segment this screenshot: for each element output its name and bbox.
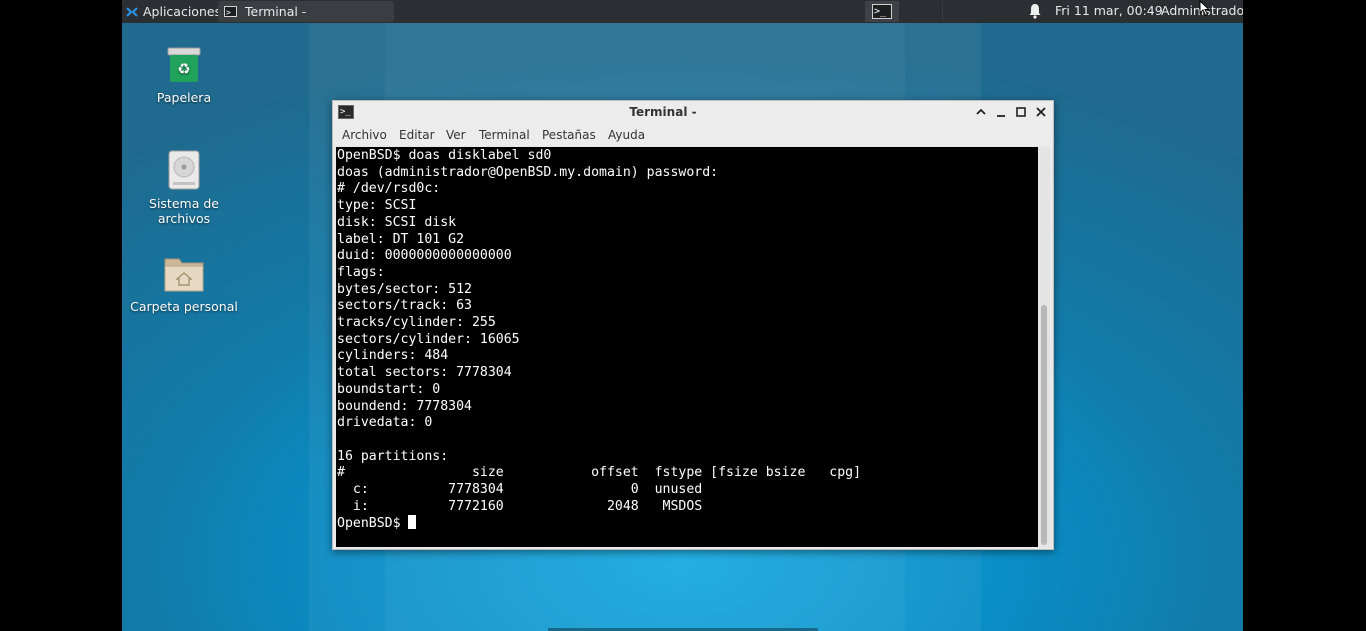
drive-icon xyxy=(168,150,200,190)
roll-up-button[interactable] xyxy=(974,105,988,119)
taskbar-button-terminal[interactable]: >_ Terminal - xyxy=(218,1,394,22)
menu-ver[interactable]: Ver xyxy=(446,125,466,146)
mouse-pointer-icon xyxy=(1199,0,1211,17)
desktop-icon-filesystem[interactable]: Sistema de archivos xyxy=(129,150,239,226)
desktop-icon-home[interactable]: Carpeta personal xyxy=(129,255,239,314)
taskbar-button-label: Terminal - xyxy=(245,4,307,19)
maximize-button[interactable] xyxy=(1014,105,1028,119)
terminal-cursor xyxy=(408,515,417,530)
terminal-icon: >_ xyxy=(224,6,237,17)
terminal-line: # /dev/rsd0c: xyxy=(337,181,441,197)
terminal-line: # size offset fstype [fsize bsize cpg] xyxy=(337,465,862,481)
home-folder-icon xyxy=(164,255,204,293)
terminal-line: tracks/cylinder: 255 xyxy=(337,315,496,331)
workspace-switcher[interactable]: >_ xyxy=(865,1,899,22)
desktop-icon-trash[interactable]: ♻ Papelera xyxy=(129,46,239,105)
panel-separator xyxy=(942,2,943,21)
svg-text:♻: ♻ xyxy=(177,60,190,78)
xfce-mouse-icon xyxy=(125,5,139,19)
terminal-line: sectors/track: 63 xyxy=(337,298,472,314)
desktop-icon-label: Papelera xyxy=(156,90,212,105)
maximize-icon xyxy=(1016,107,1026,117)
terminal-line: boundend: 7778304 xyxy=(337,398,472,414)
clock[interactable]: Fri 11 mar, 00:49 xyxy=(1055,0,1163,23)
terminal-window: >_ Terminal - Archivo Editar Ver Termina… xyxy=(332,100,1054,550)
terminal-line: i: 7772160 2048 MSDOS xyxy=(337,498,703,514)
menu-bar: Archivo Editar Ver Terminal Pestañas Ayu… xyxy=(333,125,1053,146)
top-panel: Aplicaciones ⋮ >_ Terminal - >_ Fri 11 m… xyxy=(122,0,1243,23)
menu-editar[interactable]: Editar xyxy=(399,125,435,146)
terminal-line: sectors/cylinder: 16065 xyxy=(337,331,520,347)
terminal-line: label: DT 101 G2 xyxy=(337,231,465,247)
terminal-line: duid: 0000000000000000 xyxy=(337,248,512,264)
terminal-line: flags: xyxy=(337,264,385,280)
chevron-up-icon xyxy=(976,108,986,115)
terminal-line: drivedata: 0 xyxy=(337,415,433,431)
terminal-line: boundstart: 0 xyxy=(337,381,441,397)
trash-icon: ♻ xyxy=(167,46,201,84)
terminal-text: OpenBSD$ doas disklabel sd0 doas (admini… xyxy=(336,147,1038,533)
desktop: Aplicaciones ⋮ >_ Terminal - >_ Fri 11 m… xyxy=(122,0,1243,631)
terminal-output[interactable]: OpenBSD$ doas disklabel sd0 doas (admini… xyxy=(336,147,1038,547)
menu-pestanas[interactable]: Pestañas xyxy=(542,125,596,146)
scrollbar-thumb[interactable] xyxy=(1041,305,1047,545)
menu-terminal[interactable]: Terminal xyxy=(479,125,530,146)
bell-icon[interactable] xyxy=(1028,3,1042,19)
terminal-line: doas (administrador@OpenBSD.my.domain) p… xyxy=(337,164,719,180)
window-title: Terminal - xyxy=(629,105,697,119)
terminal-line: disk: SCSI disk xyxy=(337,214,457,230)
terminal-prompt: OpenBSD$ xyxy=(337,516,409,532)
menu-archivo[interactable]: Archivo xyxy=(342,125,387,146)
desktop-icon-label: Sistema de archivos xyxy=(149,196,219,226)
applications-menu-label: Aplicaciones xyxy=(143,4,222,19)
terminal-line: 16 partitions: xyxy=(337,448,449,464)
terminal-line: total sectors: 7778304 xyxy=(337,365,512,381)
terminal-line: bytes/sector: 512 xyxy=(337,281,472,297)
terminal-line: c: 7778304 0 unused xyxy=(337,482,703,498)
terminal-icon: >_ xyxy=(872,4,892,19)
window-titlebar[interactable]: >_ Terminal - xyxy=(333,101,1053,125)
scrollbar[interactable] xyxy=(1039,147,1050,547)
close-button[interactable] xyxy=(1034,105,1048,119)
terminal-line: cylinders: 484 xyxy=(337,348,449,364)
desktop-icon-label: Carpeta personal xyxy=(130,299,238,314)
terminal-line: OpenBSD$ doas disklabel sd0 xyxy=(337,148,552,163)
terminal-line: type: SCSI xyxy=(337,198,417,214)
menu-ayuda[interactable]: Ayuda xyxy=(608,125,645,146)
close-icon xyxy=(1036,107,1046,117)
minimize-button[interactable] xyxy=(994,105,1008,119)
minimize-icon xyxy=(997,115,1005,117)
